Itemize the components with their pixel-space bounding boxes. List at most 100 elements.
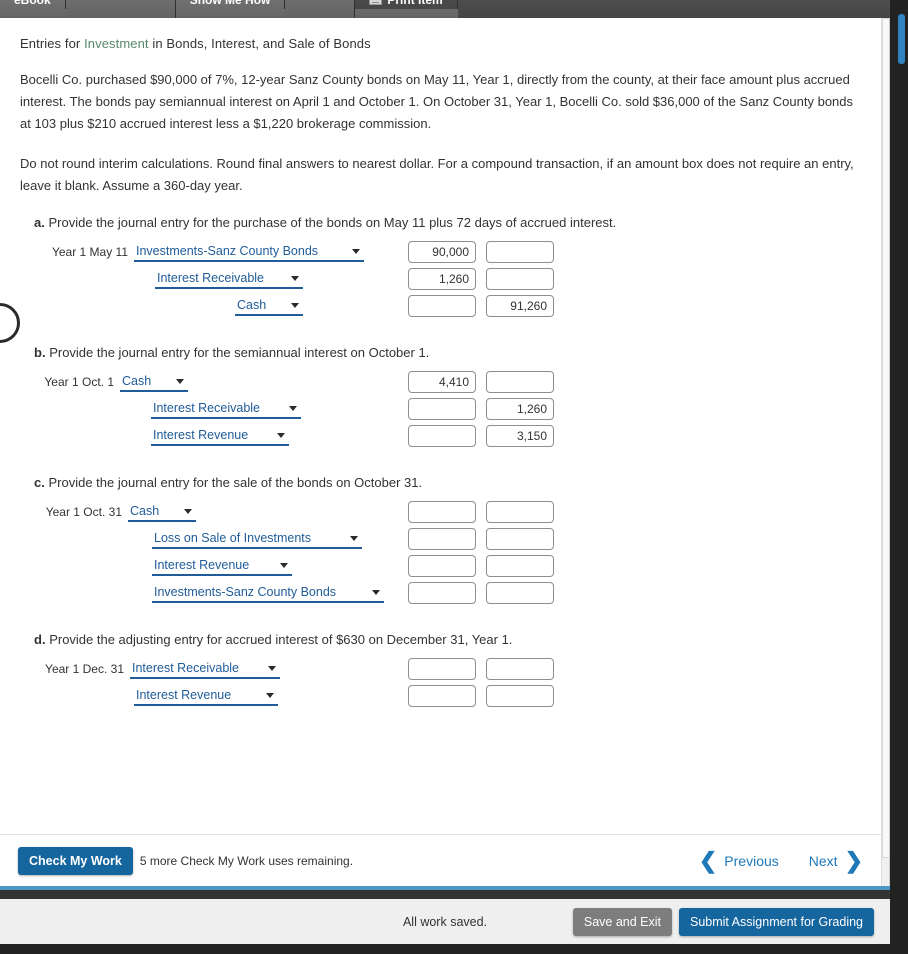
credit-input[interactable] (486, 240, 554, 263)
credit-input[interactable] (486, 527, 554, 550)
credit-input[interactable] (486, 657, 554, 680)
show-me-how-label: Show Me How (189, 0, 271, 7)
account-select[interactable]: CashInterest ReceivableInterest RevenueI… (130, 658, 280, 679)
debit-cell (408, 684, 486, 707)
debit-cell (408, 424, 486, 447)
account-select-cell: CashInterest ReceivableInterest RevenueI… (128, 501, 196, 522)
part-prompt: c. Provide the journal entry for the sal… (20, 475, 861, 490)
save-and-exit-button[interactable]: Save and Exit (572, 907, 672, 936)
credit-input[interactable] (486, 267, 554, 290)
part-letter: d. (34, 632, 46, 647)
title-prefix: Entries for (20, 36, 85, 51)
journal-row: Year 1 Oct. 1 CashInterest ReceivableInte… (34, 368, 861, 395)
credit-input[interactable] (486, 294, 554, 317)
account-select-cell: CashInterest ReceivableInterest RevenueI… (151, 398, 301, 419)
parts-container: a. Provide the journal entry for the pur… (20, 215, 861, 709)
page-scrollbar[interactable] (881, 18, 889, 886)
account-select-cell: CashInterest ReceivableInterest RevenueI… (235, 295, 303, 316)
page-title: Entries for Investment in Bonds, Interes… (20, 36, 861, 51)
debit-input[interactable] (408, 684, 476, 707)
window-scrollbar-thumb[interactable] (898, 14, 905, 64)
debit-input[interactable] (408, 240, 476, 263)
journal-entry-table: Year 1 Oct. 1 CashInterest ReceivableInte… (20, 368, 861, 449)
chevron-right-icon: ❯ (844, 847, 863, 873)
debit-input[interactable] (408, 500, 476, 523)
account-select-cell: CashInterest ReceivableInterest RevenueI… (130, 658, 280, 679)
credit-input[interactable] (486, 684, 554, 707)
debit-input[interactable] (408, 424, 476, 447)
journal-row: CashInterest ReceivableInterest RevenueI… (34, 265, 861, 292)
question-paragraph-2: Do not round interim calculations. Round… (20, 156, 854, 193)
debit-cell (408, 527, 486, 550)
credit-input[interactable] (486, 500, 554, 523)
debit-input[interactable] (408, 370, 476, 393)
debit-input[interactable] (408, 581, 476, 604)
submit-assignment-button[interactable]: Submit Assignment for Grading (679, 907, 874, 936)
credit-input[interactable] (486, 581, 554, 604)
journal-row: Year 1 May 11 CashInterest ReceivableInte… (34, 238, 861, 265)
credit-cell (486, 554, 564, 577)
journal-date-label: Year 1 Oct. 31 (45, 504, 122, 519)
account-select[interactable]: CashInterest ReceivableInterest RevenueI… (134, 241, 364, 262)
journal-date-label: Year 1 Dec. 31 (45, 661, 124, 676)
account-select[interactable]: CashInterest ReceivableInterest RevenueI… (152, 528, 362, 549)
part-prompt: b. Provide the journal entry for the sem… (20, 345, 861, 360)
previous-button[interactable]: ❮ Previous (699, 849, 779, 872)
app-window: eBook Show Me How Print Item Entries for… (0, 0, 908, 954)
part-prompt: d. Provide the adjusting entry for accru… (20, 632, 861, 647)
check-my-work-uses-text: 5 more Check My Work uses remaining. (139, 853, 354, 868)
account-select-cell: CashInterest ReceivableInterest RevenueI… (152, 582, 384, 603)
account-select[interactable]: CashInterest ReceivableInterest RevenueI… (152, 582, 384, 603)
page-scrollbar-thumb[interactable] (882, 18, 889, 858)
footer-buttons: Save and Exit Submit Assignment for Grad… (572, 907, 874, 936)
account-select[interactable]: CashInterest ReceivableInterest RevenueI… (151, 425, 289, 446)
journal-date-label: Year 1 Oct. 1 (44, 374, 114, 389)
credit-input[interactable] (486, 424, 554, 447)
part-letter: b. (34, 345, 46, 360)
credit-cell (486, 500, 564, 523)
next-button[interactable]: Next ❯ (808, 847, 863, 873)
part-letter: c. (34, 475, 45, 490)
part-prompt-text: Provide the journal entry for the sale o… (48, 475, 423, 490)
debit-cell (408, 581, 486, 604)
check-my-work-button[interactable]: Check My Work (18, 846, 133, 875)
debit-input[interactable] (408, 554, 476, 577)
account-select[interactable]: CashInterest ReceivableInterest RevenueI… (134, 685, 278, 706)
part-c: c. Provide the journal entry for the sal… (20, 475, 861, 606)
debit-input[interactable] (408, 267, 476, 290)
debit-cell (408, 370, 486, 393)
window-scrollbar[interactable] (896, 0, 908, 954)
journal-entry-table: Year 1 Oct. 31 CashInterest ReceivableInt… (20, 498, 861, 606)
show-me-how-button[interactable]: Show Me How (175, 0, 286, 9)
credit-cell (486, 424, 564, 447)
credit-cell (486, 397, 564, 420)
debit-input[interactable] (408, 657, 476, 680)
account-select[interactable]: CashInterest ReceivableInterest RevenueI… (151, 398, 301, 419)
debit-cell (408, 397, 486, 420)
journal-entry-table: Year 1 May 11 CashInterest ReceivableInte… (20, 238, 861, 319)
question-paragraph-1: Bocelli Co. purchased $90,000 of 7%, 12-… (20, 72, 854, 131)
account-select[interactable]: CashInterest ReceivableInterest RevenueI… (128, 501, 196, 522)
title-suffix: in Bonds, Interest, and Sale of Bonds (148, 36, 371, 51)
debit-cell (408, 294, 486, 317)
debit-input[interactable] (408, 397, 476, 420)
next-label: Next (808, 852, 838, 869)
journal-row: Year 1 Dec. 31 CashInterest ReceivableInt… (34, 655, 861, 682)
credit-cell (486, 267, 564, 290)
print-item-button[interactable]: Print Item (355, 0, 458, 9)
title-link-investment[interactable]: Investment (84, 36, 149, 51)
ebook-button[interactable]: eBook (0, 0, 66, 9)
ebook-label: eBook (14, 0, 51, 7)
credit-input[interactable] (486, 370, 554, 393)
account-select[interactable]: CashInterest ReceivableInterest RevenueI… (155, 268, 303, 289)
part-prompt-text: Provide the journal entry for the semian… (49, 345, 430, 360)
credit-input[interactable] (486, 554, 554, 577)
account-select[interactable]: CashInterest ReceivableInterest RevenueI… (235, 295, 303, 316)
account-select[interactable]: CashInterest ReceivableInterest RevenueI… (120, 371, 188, 392)
credit-input[interactable] (486, 397, 554, 420)
debit-input[interactable] (408, 294, 476, 317)
footer-bottom-strip (0, 944, 890, 954)
footer-bar: All work saved. Save and Exit Submit Ass… (0, 899, 890, 944)
account-select[interactable]: CashInterest ReceivableInterest RevenueI… (152, 555, 292, 576)
debit-input[interactable] (408, 527, 476, 550)
